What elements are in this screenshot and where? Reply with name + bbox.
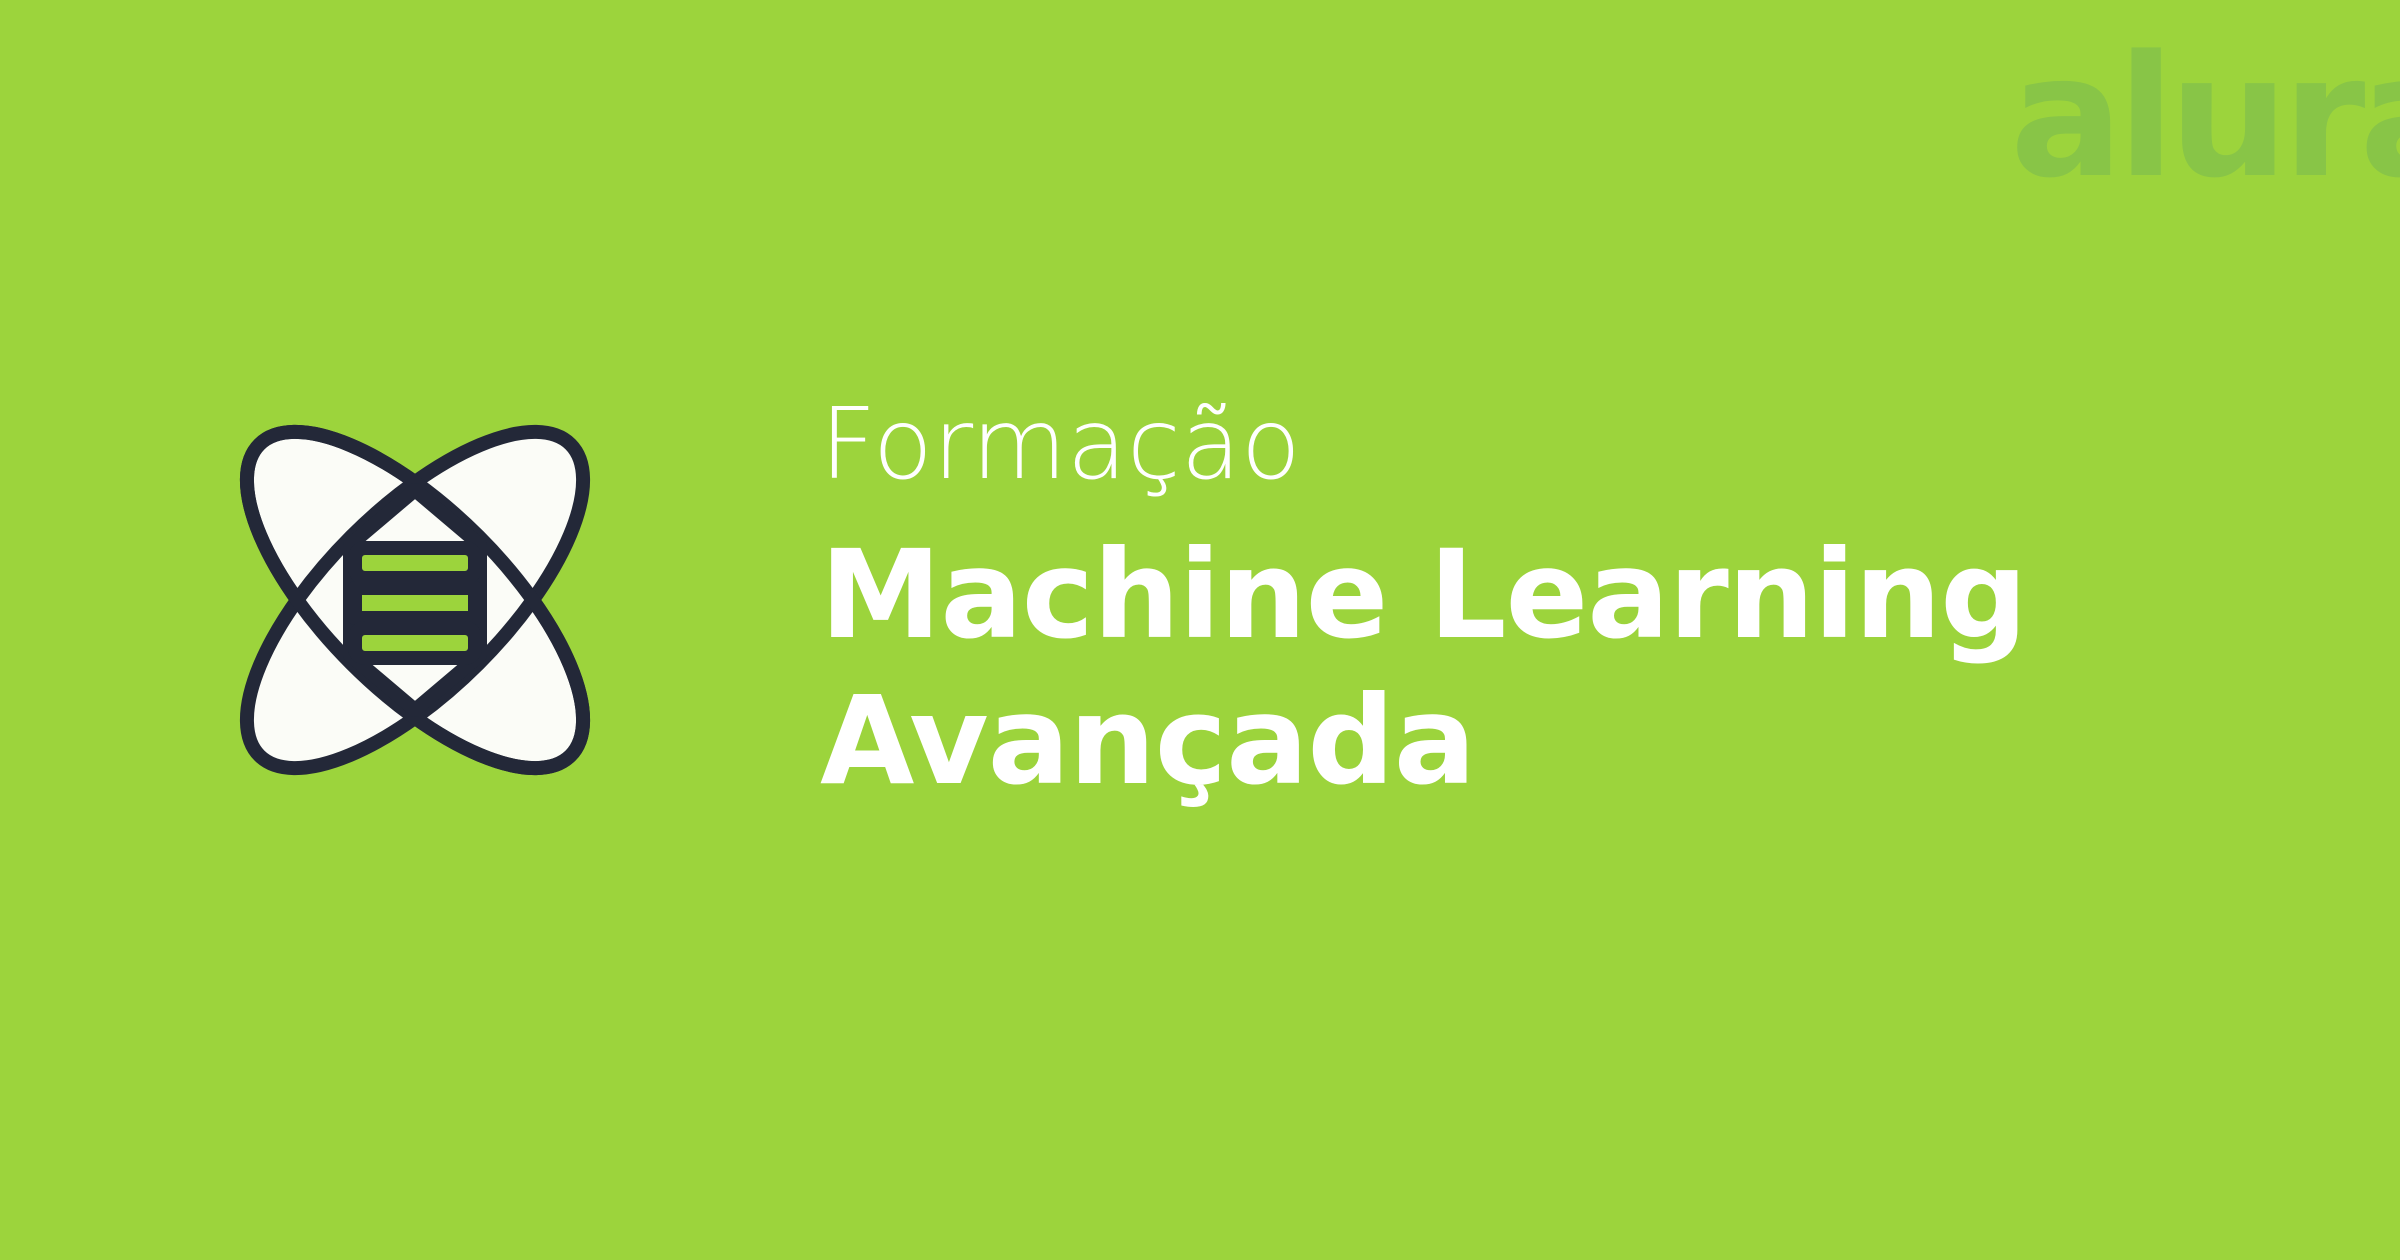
alura-logo: alura — [2010, 19, 2400, 215]
banner: alura Formação Machine Learning Avançada — [0, 0, 2400, 1260]
core-bar-2 — [348, 581, 482, 625]
course-type-label: Formação — [820, 388, 1301, 502]
machine-learning-atom-icon — [239, 424, 591, 776]
core-bars — [348, 541, 482, 665]
core-bar-3 — [348, 621, 482, 665]
core-bar-1 — [348, 541, 482, 585]
hero-text: Formação Machine Learning Avançada — [820, 380, 2120, 814]
course-title-line-2: Avançada — [820, 670, 1476, 812]
course-title-line-1: Machine Learning — [820, 524, 2028, 666]
